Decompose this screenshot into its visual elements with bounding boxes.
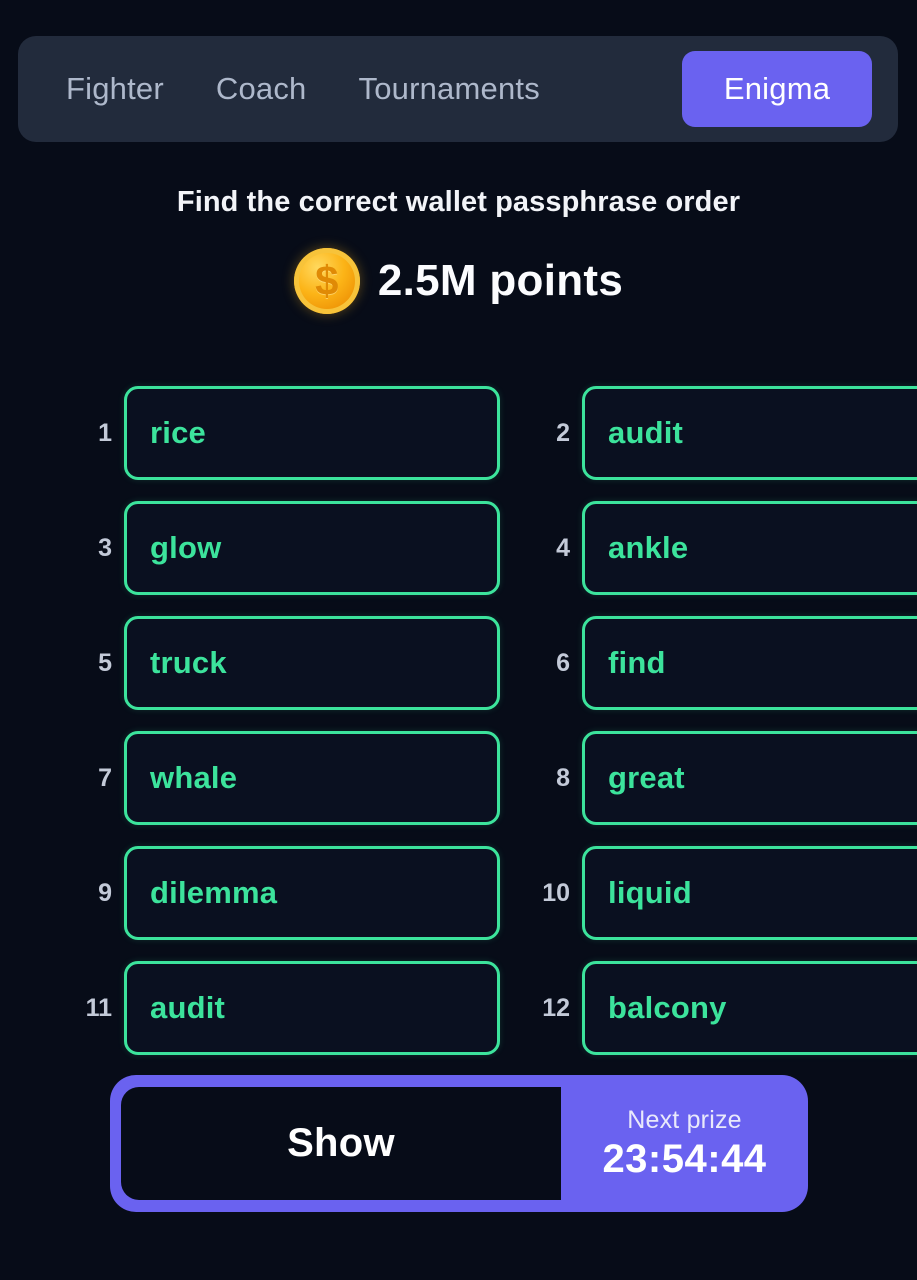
word-slot-3[interactable]: glow bbox=[124, 501, 500, 595]
list-item: 8 great bbox=[528, 731, 917, 825]
word-text: audit bbox=[150, 990, 226, 1025]
word-slot-6[interactable]: find bbox=[582, 616, 917, 710]
list-item: 3 glow bbox=[70, 501, 500, 595]
word-slot-8[interactable]: great bbox=[582, 731, 917, 825]
word-text: dilemma bbox=[150, 875, 278, 910]
next-prize-timer: 23:54:44 bbox=[602, 1136, 767, 1181]
word-slot-10[interactable]: liquid bbox=[582, 846, 917, 940]
list-item: 11 audit bbox=[70, 961, 500, 1055]
points-row: $ 2.5M points bbox=[0, 248, 917, 314]
word-index: 8 bbox=[556, 763, 570, 792]
main-tabbar: Fighter Coach Tournaments Enigma bbox=[18, 36, 898, 142]
word-text: balcony bbox=[608, 990, 727, 1025]
word-slot-5[interactable]: truck bbox=[124, 616, 500, 710]
word-text: glow bbox=[150, 530, 222, 565]
list-item: 4 ankle bbox=[528, 501, 917, 595]
tab-coach[interactable]: Coach bbox=[190, 71, 333, 107]
word-index: 5 bbox=[98, 648, 112, 677]
word-text: find bbox=[608, 645, 666, 680]
word-slot-1[interactable]: rice bbox=[124, 386, 500, 480]
next-prize-panel: Next prize 23:54:44 bbox=[561, 1075, 808, 1212]
word-text: ankle bbox=[608, 530, 689, 565]
word-slot-11[interactable]: audit bbox=[124, 961, 500, 1055]
enigma-screen: Fighter Coach Tournaments Enigma Find th… bbox=[0, 0, 917, 1280]
word-index: 7 bbox=[98, 763, 112, 792]
coin-dollar-glyph: $ bbox=[315, 257, 339, 304]
word-index: 2 bbox=[556, 418, 570, 447]
word-index: 3 bbox=[98, 533, 112, 562]
word-text: audit bbox=[608, 415, 684, 450]
show-button[interactable]: Show bbox=[121, 1087, 561, 1200]
tab-tournaments[interactable]: Tournaments bbox=[333, 71, 566, 107]
word-slot-4[interactable]: ankle bbox=[582, 501, 917, 595]
list-item: 12 balcony bbox=[528, 961, 917, 1055]
points-value: 2.5M points bbox=[377, 256, 624, 305]
list-item: 7 whale bbox=[70, 731, 500, 825]
list-item: 2 audit bbox=[528, 386, 917, 480]
passphrase-grid: 1 rice 2 audit 3 glow 4 ankle 5 truck 6 … bbox=[0, 386, 917, 1055]
list-item: 10 liquid bbox=[528, 846, 917, 940]
tab-enigma[interactable]: Enigma bbox=[682, 51, 872, 127]
word-text: truck bbox=[150, 645, 227, 680]
list-item: 6 find bbox=[528, 616, 917, 710]
word-index: 11 bbox=[85, 993, 112, 1022]
word-slot-2[interactable]: audit bbox=[582, 386, 917, 480]
list-item: 9 dilemma bbox=[70, 846, 500, 940]
word-index: 12 bbox=[542, 993, 570, 1022]
word-index: 9 bbox=[98, 878, 112, 907]
word-slot-7[interactable]: whale bbox=[124, 731, 500, 825]
word-index: 10 bbox=[542, 878, 570, 907]
tab-fighter[interactable]: Fighter bbox=[40, 71, 190, 107]
word-text: whale bbox=[150, 760, 238, 795]
word-text: rice bbox=[150, 415, 206, 450]
word-index: 1 bbox=[98, 418, 112, 447]
word-slot-9[interactable]: dilemma bbox=[124, 846, 500, 940]
list-item: 5 truck bbox=[70, 616, 500, 710]
next-prize-label: Next prize bbox=[627, 1105, 742, 1134]
word-text: great bbox=[608, 760, 685, 795]
word-index: 6 bbox=[556, 648, 570, 677]
page-title: Find the correct wallet passphrase order bbox=[176, 186, 741, 218]
show-button-label: Show bbox=[287, 1121, 395, 1165]
list-item: 1 rice bbox=[70, 386, 500, 480]
word-slot-12[interactable]: balcony bbox=[582, 961, 917, 1055]
action-bar: Show Next prize 23:54:44 bbox=[110, 1075, 808, 1212]
word-text: liquid bbox=[608, 875, 692, 910]
coin-dollar-icon: $ bbox=[293, 248, 360, 314]
word-index: 4 bbox=[556, 533, 570, 562]
